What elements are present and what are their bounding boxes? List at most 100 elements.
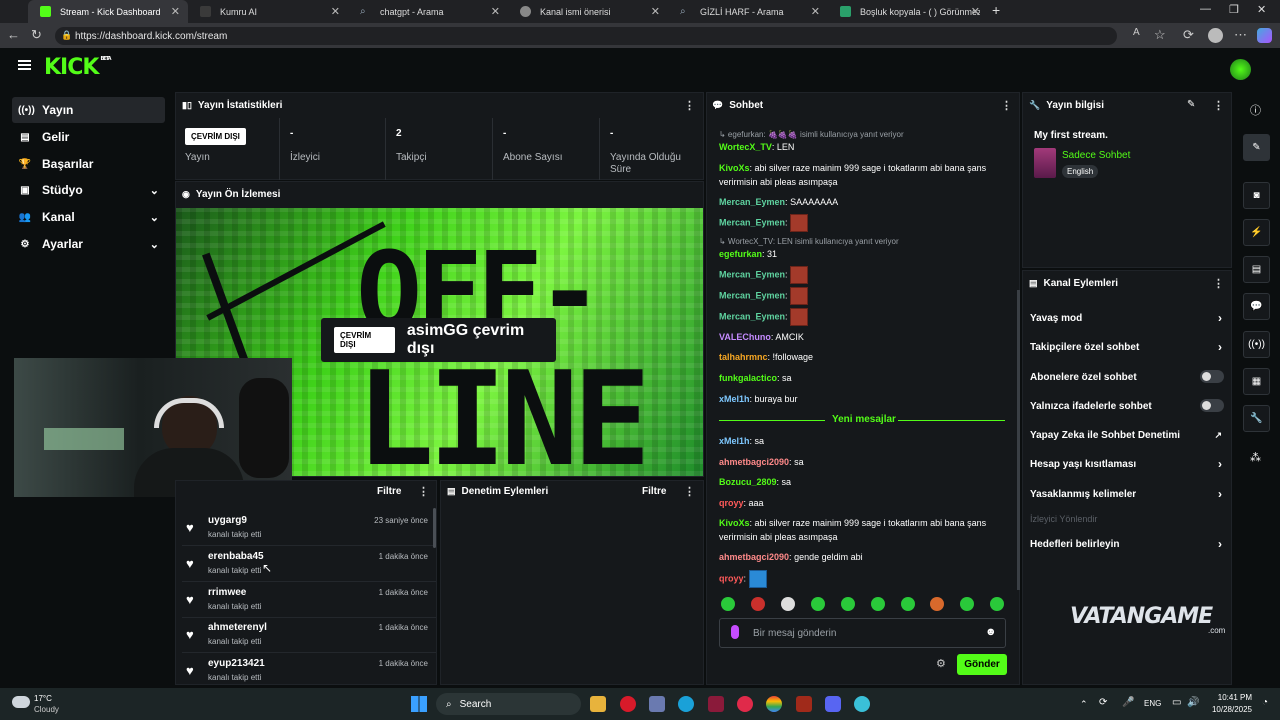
close-window-button[interactable]: ✕: [1257, 3, 1266, 16]
emote-icon[interactable]: [901, 597, 915, 611]
network-icon[interactable]: ▭: [1172, 697, 1181, 708]
tab-gizli-harf[interactable]: ⌕ GİZLİ HARF - Arama ✕: [668, 0, 828, 23]
followers-scrollbar[interactable]: [433, 508, 436, 548]
close-icon[interactable]: ✕: [491, 5, 500, 18]
followers-more-icon[interactable]: ⋮: [418, 485, 429, 498]
action-set-goals[interactable]: Hedefleri belirleyin ›: [1030, 537, 1224, 551]
notifications-icon[interactable]: ◔: [1262, 697, 1268, 708]
menu-icon[interactable]: [18, 64, 31, 66]
weather-temp[interactable]: 17°C: [34, 694, 52, 703]
minimize-button[interactable]: —: [1200, 3, 1211, 15]
emote-icon[interactable]: [841, 597, 855, 611]
info-icon[interactable]: ⓘ: [1250, 102, 1261, 118]
wrench-rail-icon[interactable]: 🔧: [1243, 405, 1270, 432]
discord-icon[interactable]: [825, 696, 841, 712]
chat-rail-icon[interactable]: 💬: [1243, 293, 1270, 320]
edge-icon[interactable]: [678, 696, 694, 712]
emote-icon[interactable]: [751, 597, 765, 611]
chat-more-icon[interactable]: ⋮: [1001, 99, 1012, 112]
layout-rail-icon[interactable]: ▦: [1243, 368, 1270, 395]
moderation-more-icon[interactable]: ⋮: [684, 485, 695, 498]
language-indicator[interactable]: ENG: [1144, 699, 1161, 708]
user-avatar[interactable]: [1230, 59, 1251, 80]
emote-icon[interactable]: [781, 597, 795, 611]
subscribers-only-toggle[interactable]: [1200, 370, 1224, 383]
edit-rail-icon[interactable]: ✎: [1243, 134, 1270, 161]
app-icon[interactable]: [708, 696, 724, 712]
favorite-star-icon[interactable]: ☆: [1154, 27, 1166, 43]
category-link[interactable]: Sadece Sohbet: [1062, 150, 1130, 161]
sidebar-item-studyo[interactable]: ▣ Stüdyo ⌄: [12, 177, 165, 203]
tab-kanal-ismi[interactable]: Kanal ismi önerisi ✕: [508, 0, 668, 23]
document-rail-icon[interactable]: ▤: [1243, 256, 1270, 283]
action-slow-mode[interactable]: Yavaş mod ›: [1030, 311, 1224, 325]
close-icon[interactable]: ✕: [971, 5, 980, 18]
tab-chatgpt-search[interactable]: ⌕ chatgpt - Arama ✕: [348, 0, 508, 23]
taskbar-search[interactable]: ⌕ Search: [436, 693, 581, 715]
clock-date[interactable]: 10/28/2025: [1207, 705, 1252, 714]
clock-time[interactable]: 10:41 PM: [1216, 693, 1252, 702]
apps-icon[interactable]: ⁂: [1250, 451, 1261, 464]
tab-kick-dashboard[interactable]: Stream - Kick Dashboard ✕: [28, 0, 188, 23]
emote-icon[interactable]: [721, 597, 735, 611]
more-menu-icon[interactable]: ⋯: [1234, 27, 1247, 43]
microphone-icon[interactable]: [731, 625, 739, 639]
copilot-icon[interactable]: [1257, 28, 1272, 43]
action-ai-moderation[interactable]: Yapay Zeka ile Sohbet Denetimi ↗: [1030, 430, 1224, 441]
tab-bosluk-kopyala[interactable]: Boşluk kopyala - ( ) Görünmez Harf✕: [828, 0, 988, 23]
camera-rail-icon[interactable]: ◙: [1243, 182, 1270, 209]
chrome-icon[interactable]: [766, 696, 782, 712]
close-icon[interactable]: ✕: [651, 5, 660, 18]
tray-icon[interactable]: ⟳: [1099, 697, 1107, 708]
extensions-icon[interactable]: ⟳: [1183, 27, 1194, 43]
stream-info-more-icon[interactable]: ⋮: [1213, 99, 1224, 112]
send-button[interactable]: Gönder: [957, 654, 1007, 675]
app-icon[interactable]: [796, 696, 812, 712]
sidebar-item-yayin[interactable]: ((•)) Yayın: [12, 97, 165, 123]
chat-input[interactable]: Bir mesaj gönderin: [719, 618, 1006, 648]
channel-actions-more-icon[interactable]: ⋮: [1213, 277, 1224, 290]
action-followers-only[interactable]: Takipçilere özel sohbet ›: [1030, 340, 1224, 354]
microphone-tray-icon[interactable]: 🎤: [1122, 697, 1134, 708]
emote-icon[interactable]: [960, 597, 974, 611]
tray-chevron-up-icon[interactable]: ⌃: [1080, 699, 1088, 710]
edit-pencil-icon[interactable]: ✎: [1187, 99, 1195, 110]
tab-kumru[interactable]: Kumru AI ✕: [188, 0, 348, 23]
moderation-filter-button[interactable]: Filtre: [642, 486, 666, 497]
maximize-button[interactable]: ❐: [1229, 3, 1239, 16]
opera-icon[interactable]: [620, 696, 636, 712]
broadcast-rail-icon[interactable]: ((•)): [1243, 331, 1270, 358]
back-icon[interactable]: ←: [7, 27, 20, 42]
emoji-picker-icon[interactable]: ☻: [985, 626, 997, 638]
action-banned-words[interactable]: Yasaklanmış kelimeler ›: [1030, 487, 1224, 501]
action-account-age[interactable]: Hesap yaşı kısıtlaması ›: [1030, 457, 1224, 471]
kick-logo[interactable]: KICK BETA: [44, 55, 112, 80]
address-bar[interactable]: https://dashboard.kick.com/stream: [55, 27, 1117, 45]
app-icon[interactable]: [854, 696, 870, 712]
profile-avatar[interactable]: [1208, 28, 1223, 43]
media-player-icon[interactable]: [737, 696, 753, 712]
emotes-only-toggle[interactable]: [1200, 399, 1224, 412]
windows-start-icon[interactable]: [411, 696, 427, 712]
emote-icon[interactable]: [811, 597, 825, 611]
new-tab-button[interactable]: +: [992, 2, 1000, 18]
sidebar-item-gelir[interactable]: ▤ Gelir: [12, 124, 165, 150]
chat-settings-gear-icon[interactable]: ⚙: [936, 657, 946, 670]
close-icon[interactable]: ✕: [331, 5, 340, 18]
sidebar-item-ayarlar[interactable]: ⚙ Ayarlar ⌄: [12, 231, 165, 257]
emote-icon[interactable]: [930, 597, 944, 611]
followers-filter-button[interactable]: Filtre: [377, 486, 401, 497]
volume-icon[interactable]: 🔊: [1187, 697, 1199, 708]
close-icon[interactable]: ✕: [811, 5, 820, 18]
refresh-icon[interactable]: ↻: [31, 27, 42, 43]
category-thumbnail[interactable]: [1034, 148, 1056, 178]
sidebar-item-kanal[interactable]: 👥 Kanal ⌄: [12, 204, 165, 230]
stats-more-icon[interactable]: ⋮: [684, 99, 695, 112]
chat-scrollbar[interactable]: [1017, 290, 1020, 590]
close-icon[interactable]: ✕: [171, 5, 180, 18]
file-explorer-icon[interactable]: [590, 696, 606, 712]
app-icon[interactable]: [649, 696, 665, 712]
sidebar-item-basarilar[interactable]: 🏆 Başarılar: [12, 151, 165, 177]
emote-icon[interactable]: [990, 597, 1004, 611]
read-aloud-icon[interactable]: A: [1133, 27, 1140, 38]
